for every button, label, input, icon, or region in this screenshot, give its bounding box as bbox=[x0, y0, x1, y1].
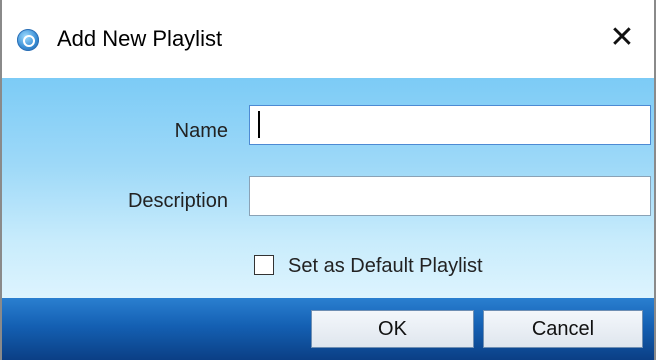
title-bar[interactable]: Add New Playlist ✕ bbox=[2, 0, 654, 78]
text-caret bbox=[258, 111, 260, 138]
name-input[interactable] bbox=[249, 105, 651, 145]
cancel-button[interactable]: Cancel bbox=[483, 310, 643, 348]
app-logo-icon bbox=[17, 29, 39, 51]
ok-button[interactable]: OK bbox=[311, 310, 474, 348]
form-area: Name Description Set as Default Playlist bbox=[2, 78, 654, 298]
default-playlist-checkbox[interactable] bbox=[254, 255, 274, 275]
description-label: Description bbox=[127, 190, 228, 212]
button-bar: OK Cancel bbox=[2, 298, 654, 360]
name-label: Name bbox=[174, 120, 228, 142]
dialog-title: Add New Playlist bbox=[57, 26, 223, 51]
add-playlist-dialog: Add New Playlist ✕ Name Description Set … bbox=[0, 0, 656, 360]
default-playlist-label[interactable]: Set as Default Playlist bbox=[288, 253, 483, 279]
close-button[interactable]: ✕ bbox=[600, 18, 644, 58]
description-input[interactable] bbox=[249, 176, 651, 216]
